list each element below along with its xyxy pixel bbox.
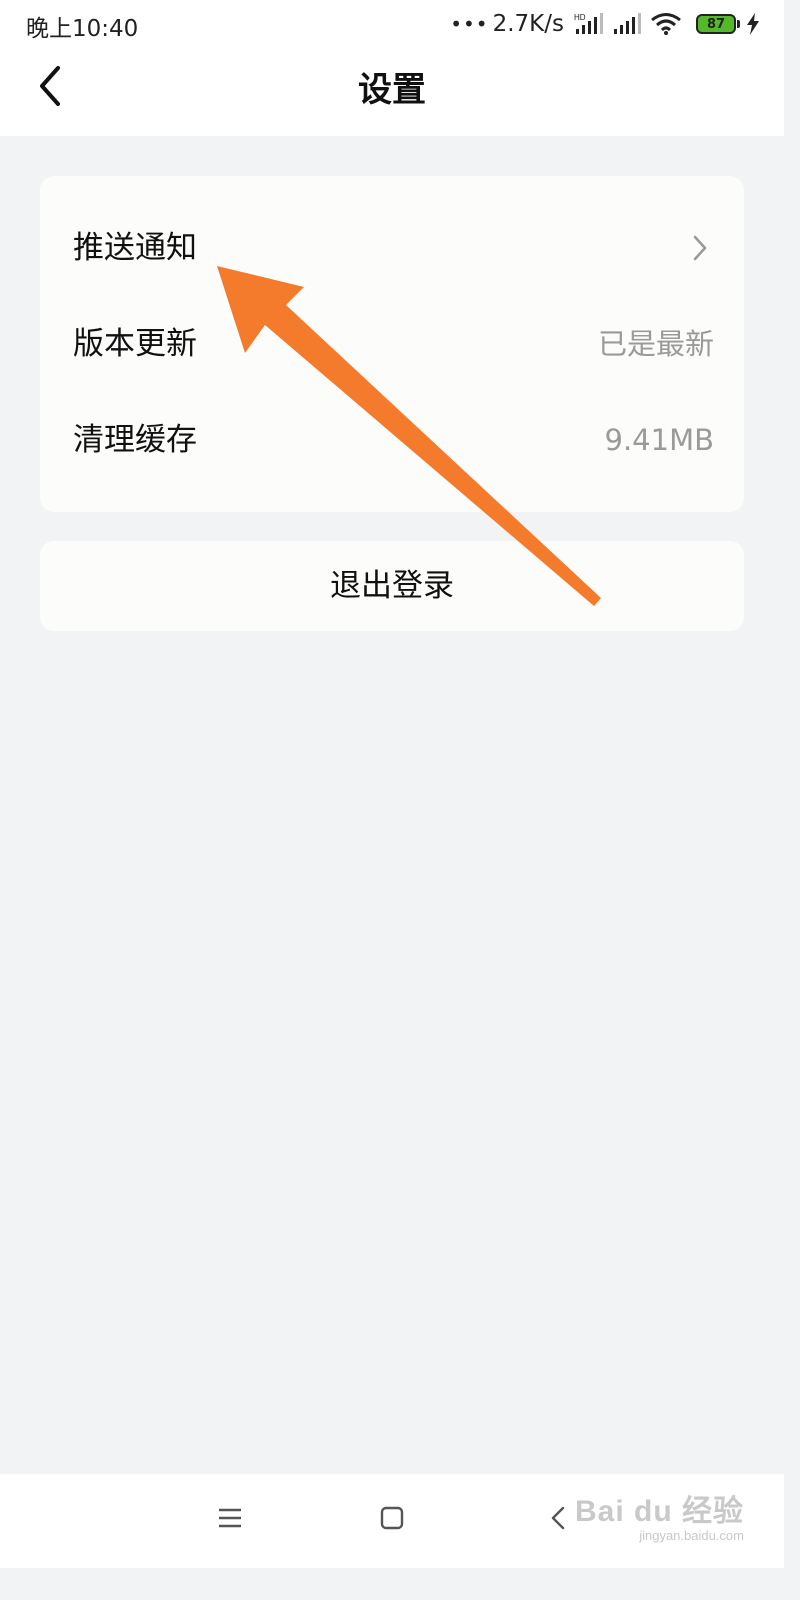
settings-card: 推送通知 版本更新 已是最新 清理缓存 9.41MB — [40, 176, 744, 512]
hd-label: HD — [574, 13, 586, 22]
settings-item-label: 版本更新 — [73, 326, 197, 362]
battery-nub — [737, 20, 740, 28]
network-speed: ••• 2.7K/s — [450, 11, 564, 37]
logout-button[interactable]: 退出登录 — [40, 541, 744, 631]
settings-item-value: 9.41MB — [604, 423, 715, 457]
cellular-signal-hd-icon: HD — [574, 13, 603, 34]
page-title: 设置 — [358, 70, 426, 110]
home-icon[interactable] — [380, 1506, 404, 1530]
settings-item-label: 清理缓存 — [73, 422, 197, 458]
battery-icon: 87 — [696, 14, 736, 34]
watermark-logo: Bai du 经验 — [574, 1495, 744, 1528]
status-indicators: ••• 2.7K/s HD 87 — [450, 8, 760, 40]
charging-bolt-icon — [747, 13, 759, 35]
settings-item-clear-cache[interactable]: 清理缓存 9.41MB — [40, 392, 744, 488]
menu-icon[interactable] — [218, 1506, 242, 1530]
network-speed-text: 2.7K/s — [492, 11, 564, 37]
settings-item-version-update[interactable]: 版本更新 已是最新 — [40, 296, 744, 392]
settings-item-push-notifications[interactable]: 推送通知 — [40, 200, 744, 296]
settings-item-value: 已是最新 — [597, 327, 714, 361]
status-bar: 晚上10:40 ••• 2.7K/s HD 87 — [0, 0, 784, 48]
watermark: Bai du 经验 jingyan.baidu.com — [575, 1486, 744, 1543]
wifi-icon — [651, 13, 681, 35]
more-dots-icon: ••• — [450, 12, 489, 36]
watermark-url: jingyan.baidu.com — [639, 1528, 744, 1543]
chevron-right-icon — [693, 235, 707, 261]
back-icon[interactable] — [548, 1506, 568, 1530]
cellular-signal-icon — [614, 13, 641, 34]
app-header: 设置 — [0, 48, 784, 136]
battery-level: 87 — [706, 16, 726, 32]
status-time: 晚上10:40 — [26, 16, 139, 42]
settings-item-label: 推送通知 — [73, 230, 197, 266]
